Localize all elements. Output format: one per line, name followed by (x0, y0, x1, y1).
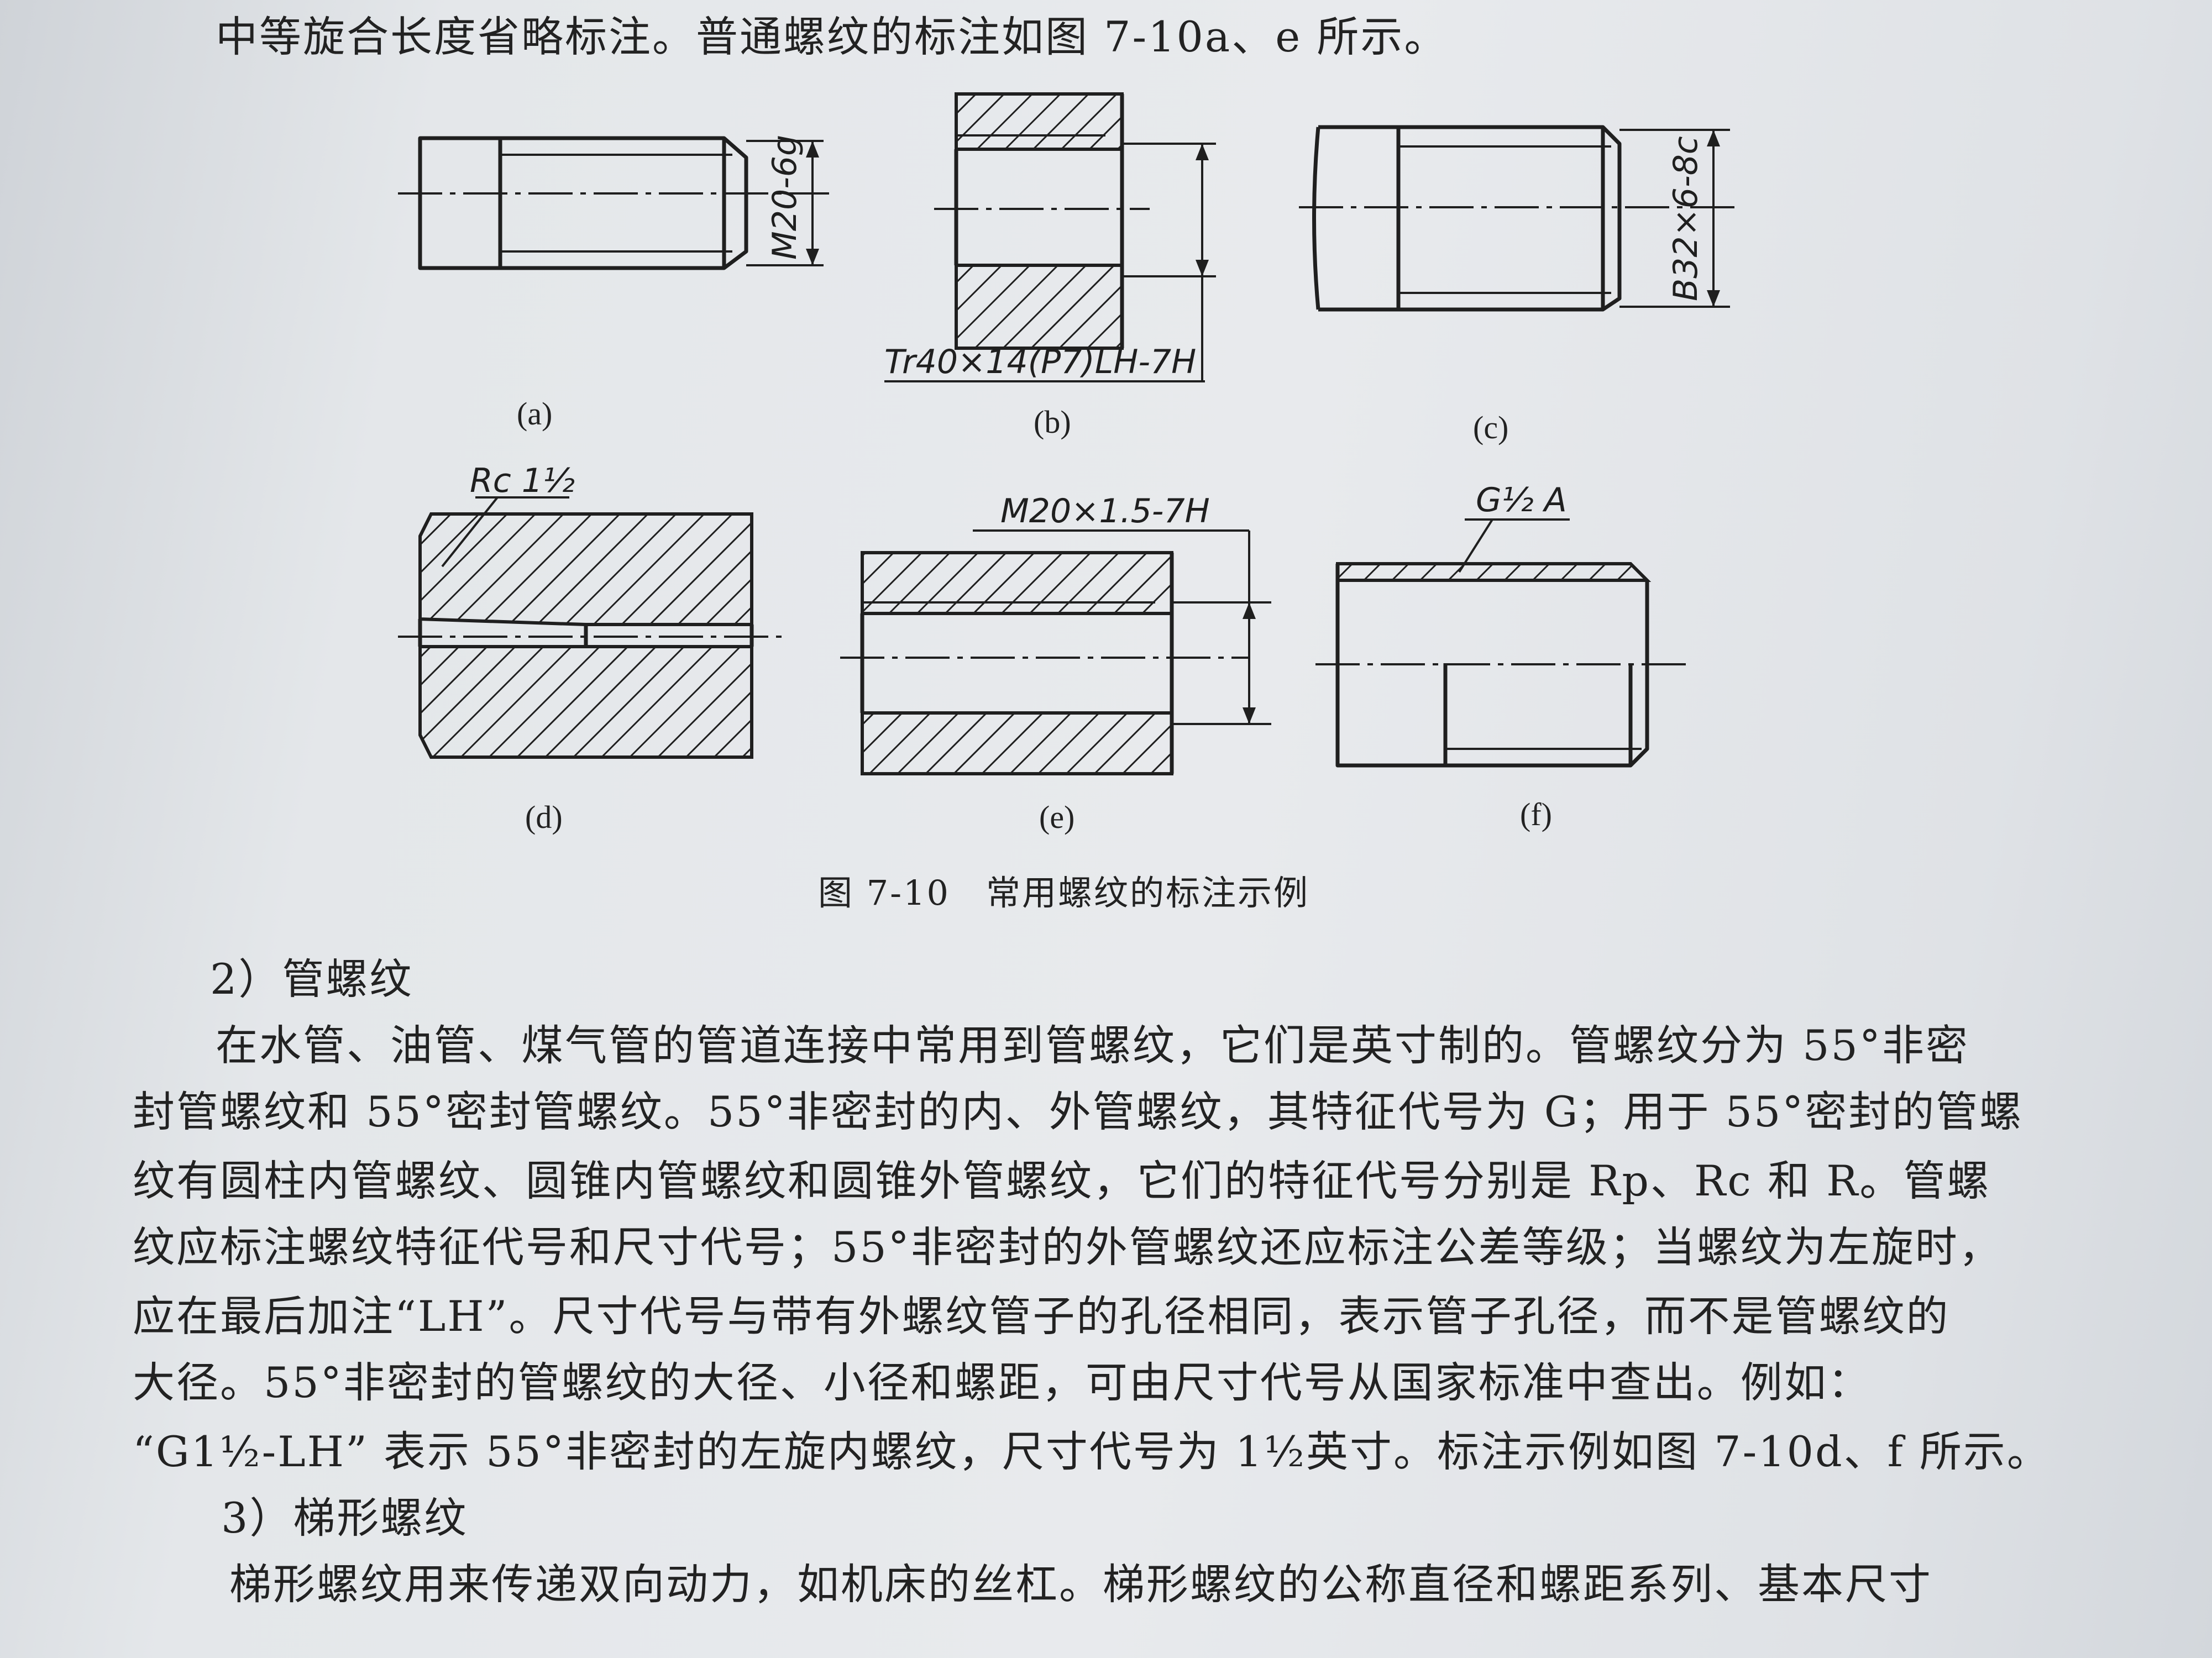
figure-d: Rc 1½ (398, 461, 785, 759)
label-b: Tr40×14(P7)LH-7H (884, 343, 1196, 381)
figure-f: G½ A (1315, 481, 1686, 768)
figure-a: M20-6g (398, 135, 829, 270)
paragraph-line: 封管螺纹和 55°密封管螺纹。55°非密封的内、外管螺纹，其特征代号为 G；用于… (133, 1087, 2024, 1136)
label-c: B32×6-8c (1666, 136, 1705, 301)
figure-b: Tr40×14(P7)LH-7H (884, 92, 1216, 382)
section-trapezoidal-thread: 3）梯形螺纹 (221, 1493, 468, 1542)
top-line: 中等旋合长度省略标注。普通螺纹的标注如图 7-10a、e 所示。 (216, 12, 1448, 61)
paragraph-line: 纹有圆柱内管螺纹、圆锥内管螺纹和圆锥外管螺纹，它们的特征代号分别是 Rp、Rc … (133, 1156, 1991, 1205)
caption-e: (e) (1039, 799, 1075, 835)
paragraph-line: 在水管、油管、煤气管的管道连接中常用到管螺纹，它们是英寸制的。管螺纹分为 55°… (216, 1021, 1969, 1070)
figure-c: B32×6-8c (1299, 125, 1736, 312)
label-a: M20-6g (766, 135, 804, 260)
figure-e: M20×1.5-7H (840, 492, 1271, 775)
paragraph-line: 应在最后加注“LH”。尺寸代号与带有外螺纹管子的孔径相同，表示管子孔径，而不是管… (133, 1292, 1950, 1341)
paragraph-line: “G1½-LH” 表示 55°非密封的左旋内螺纹，尺寸代号为 1½英寸。标注示例… (133, 1427, 2051, 1476)
paragraph-line: 梯形螺纹用来传递双向动力，如机床的丝杠。梯形螺纹的公称直径和螺距系列、基本尺寸 (229, 1560, 1932, 1609)
caption-d: (d) (525, 799, 563, 835)
paragraph-line: 纹应标注螺纹特征代号和尺寸代号；55°非密封的外管螺纹还应标注公差等级；当螺纹为… (133, 1222, 2003, 1272)
book-page: 中等旋合长度省略标注。普通螺纹的标注如图 7-10a、e 所示。 M20-6g … (0, 0, 2212, 1658)
label-d: Rc 1½ (470, 461, 575, 500)
section-pipe-thread: 2）管螺纹 (210, 954, 413, 1004)
figure-title: 图 7-10 常用螺纹的标注示例 (818, 873, 1309, 913)
label-e: M20×1.5-7H (1000, 492, 1210, 531)
caption-f: (f) (1520, 796, 1552, 832)
caption-b: (b) (1034, 404, 1071, 440)
paragraph-line: 大径。55°非密封的管螺纹的大径、小径和螺距，可由尺寸代号从国家标准中查出。例如… (133, 1358, 1872, 1407)
label-f: G½ A (1476, 481, 1567, 520)
caption-c: (c) (1473, 410, 1509, 445)
caption-a: (a) (517, 396, 553, 432)
